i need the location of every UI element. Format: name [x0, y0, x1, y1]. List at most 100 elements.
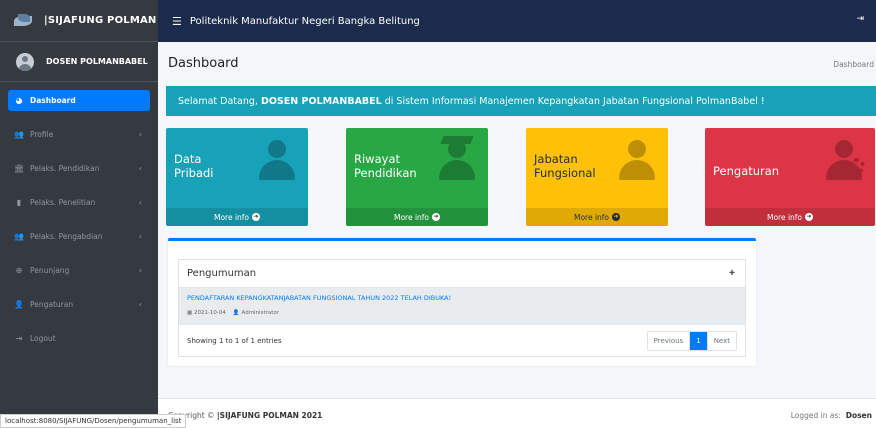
announcement-date: 2021-10-04	[193, 310, 226, 316]
sidebar-item-dashboard[interactable]: ◕ Dashboard	[8, 90, 150, 111]
logged-prefix: Logged in as:	[790, 411, 844, 420]
chevron-left-icon: ‹	[138, 164, 142, 173]
top-navbar: ☰ Politeknik Manufaktur Negeri Bangka Be…	[158, 0, 876, 42]
collapse-icon[interactable]: ✚	[729, 269, 735, 277]
sidebar-item-label: Pelaks. Pendidikan	[30, 164, 100, 173]
main-content: Dashboard Dashboard Selamat Datang, DOSE…	[158, 42, 876, 428]
announcement-panel: Pengumuman ✚ PENDAFTARAN KEPANGKATANJABA…	[178, 259, 746, 357]
table-footer: Showing 1 to 1 of 1 entries Previous 1 N…	[179, 325, 745, 357]
brand-logo-icon	[14, 13, 34, 28]
box-label-line: Pendidikan	[354, 166, 417, 180]
box-label: Data Pribadi	[174, 152, 214, 180]
user-cog-icon: 👤	[14, 300, 24, 309]
sidebar-item-profile[interactable]: 👥 Profile ‹	[8, 124, 150, 145]
sidebar-item-pelaks-pengabdian[interactable]: 👥 Pelaks. Pengabdian ‹	[8, 226, 150, 247]
box-label-line: Jabatan	[534, 152, 578, 166]
user-panel[interactable]: DOSEN POLMANBABEL	[0, 42, 158, 82]
institution-title: Politeknik Manufaktur Negeri Bangka Beli…	[189, 15, 420, 27]
box-jabatan-fungsional: Jabatan Fungsional More info ➜	[526, 128, 668, 226]
sidebar-item-label: Logout	[30, 334, 56, 343]
page-title: Dashboard	[168, 56, 239, 71]
sidebar-item-label: Profile	[30, 130, 54, 139]
logged-in-info: Logged in as: Dosen	[791, 411, 872, 420]
box-label: Riwayat Pendidikan	[354, 152, 417, 180]
logout-icon[interactable]: ⇥	[856, 14, 864, 24]
user-cog-icon	[823, 140, 865, 182]
sidebar-item-label: Pengaturan	[30, 300, 74, 309]
sidebar-item-pelaks-penelitian[interactable]: ▮ Pelaks. Penelitian ‹	[8, 192, 150, 213]
book-icon: ▮	[16, 198, 22, 207]
hamburger-menu-icon[interactable]: ☰	[172, 15, 182, 28]
arrow-circle-right-icon: ➜	[252, 213, 261, 221]
box-riwayat-pendidikan: Riwayat Pendidikan More info ➜	[346, 128, 488, 226]
welcome-user-name: DOSEN POLMANBABEL	[260, 95, 382, 107]
arrow-circle-right-icon: ➜	[612, 213, 621, 221]
breadcrumb[interactable]: Dashboard	[833, 60, 874, 69]
chevron-left-icon: ‹	[138, 130, 142, 139]
sidebar: |SIJAFUNG POLMAN DOSEN POLMANBABEL ◕ Das…	[0, 0, 158, 428]
box-label-line: Data	[174, 152, 202, 166]
sidebar-item-pengaturan[interactable]: 👤 Pengaturan ‹	[8, 294, 150, 315]
avatar	[16, 52, 34, 71]
more-info-link[interactable]: More info ➜	[346, 208, 488, 226]
announcement-header: Pengumuman ✚	[179, 260, 745, 288]
announcement-card: Pengumuman ✚ PENDAFTARAN KEPANGKATANJABA…	[168, 238, 756, 366]
brand-link[interactable]: |SIJAFUNG POLMAN	[0, 0, 158, 42]
box-label-line: Pribadi	[174, 166, 214, 180]
more-info-link[interactable]: More info ➜	[526, 208, 668, 226]
box-label-line: Pengaturan	[713, 164, 780, 178]
copyright: Copyright © |SIJAFUNG POLMAN 2021	[168, 411, 322, 420]
pagination-next-button[interactable]: Next	[708, 332, 736, 350]
pagination-page-button[interactable]: 1	[690, 332, 708, 350]
pagination-previous-button[interactable]: Previous	[648, 332, 691, 350]
more-info-label: More info	[393, 212, 430, 222]
box-label: Pengaturan	[713, 164, 779, 178]
box-data-pribadi: Data Pribadi More info ➜	[166, 128, 308, 226]
more-info-label: More info	[573, 212, 610, 222]
box-pengaturan: Pengaturan More info ➜	[705, 128, 875, 226]
chevron-left-icon: ‹	[138, 266, 142, 275]
announcement-heading: Pengumuman	[187, 268, 257, 279]
chevron-left-icon: ‹	[138, 198, 142, 207]
announcement-item[interactable]: PENDAFTARAN KEPANGKATANJABATAN FUNGSIONA…	[179, 288, 745, 325]
announcement-meta: ▦ 2021-10-04 👤 Administrator	[187, 310, 737, 316]
users-icon: 👥	[14, 130, 24, 139]
entries-info: Showing 1 to 1 of 1 entries	[187, 337, 282, 345]
more-info-link[interactable]: More info ➜	[705, 208, 875, 226]
box-label: Jabatan Fungsional	[534, 152, 596, 180]
user-name: DOSEN POLMANBABEL	[46, 57, 148, 66]
chevron-left-icon: ‹	[138, 300, 142, 309]
pagination: Previous 1 Next	[646, 331, 737, 351]
people-icon: 👥	[14, 232, 24, 241]
dashboard-icon: ◕	[15, 96, 23, 105]
welcome-prefix: Selamat Datang,	[178, 95, 261, 107]
arrow-circle-right-icon: ➜	[432, 213, 441, 221]
chevron-left-icon: ‹	[138, 232, 142, 241]
sidebar-item-pelaks-pendidikan[interactable]: 🏛 Pelaks. Pendidikan ‹	[8, 158, 150, 179]
browser-status-url: localhost:8080/SIJAFUNG/Dosen/pengumuman…	[0, 414, 187, 428]
sidebar-item-penunjang[interactable]: ⊕ Penunjang ‹	[8, 260, 150, 281]
graduate-icon	[436, 136, 478, 182]
more-info-label: More info	[213, 212, 250, 222]
welcome-suffix: di Sistem Informasi Manajemen Kepangkata…	[381, 95, 765, 107]
user-icon	[256, 140, 298, 182]
logged-user: Dosen	[845, 411, 872, 420]
sidebar-item-label: Pelaks. Pengabdian	[30, 232, 103, 241]
welcome-banner: Selamat Datang, DOSEN POLMANBABEL di Sis…	[166, 86, 876, 116]
university-icon: 🏛	[14, 164, 25, 173]
sidebar-item-logout[interactable]: ⇥ Logout	[8, 328, 150, 349]
logout-icon: ⇥	[15, 334, 23, 343]
sidebar-item-label: Dashboard	[30, 96, 76, 105]
page-footer: Copyright © |SIJAFUNG POLMAN 2021 Logged…	[158, 398, 876, 428]
user-tie-icon	[616, 140, 658, 182]
plus-circle-icon: ⊕	[15, 266, 23, 275]
more-info-link[interactable]: More info ➜	[166, 208, 308, 226]
calendar-icon: ▦	[187, 310, 193, 316]
announcement-title-link[interactable]: PENDAFTARAN KEPANGKATANJABATAN FUNGSIONA…	[187, 294, 737, 302]
sidebar-item-label: Pelaks. Penelitian	[30, 198, 96, 207]
announcement-author: Administrator	[241, 310, 280, 316]
more-info-label: More info	[766, 212, 803, 222]
brand-name: |SIJAFUNG POLMAN	[44, 15, 157, 26]
copyright-brand[interactable]: |SIJAFUNG POLMAN 2021	[217, 411, 322, 420]
sidebar-item-label: Penunjang	[30, 266, 70, 275]
